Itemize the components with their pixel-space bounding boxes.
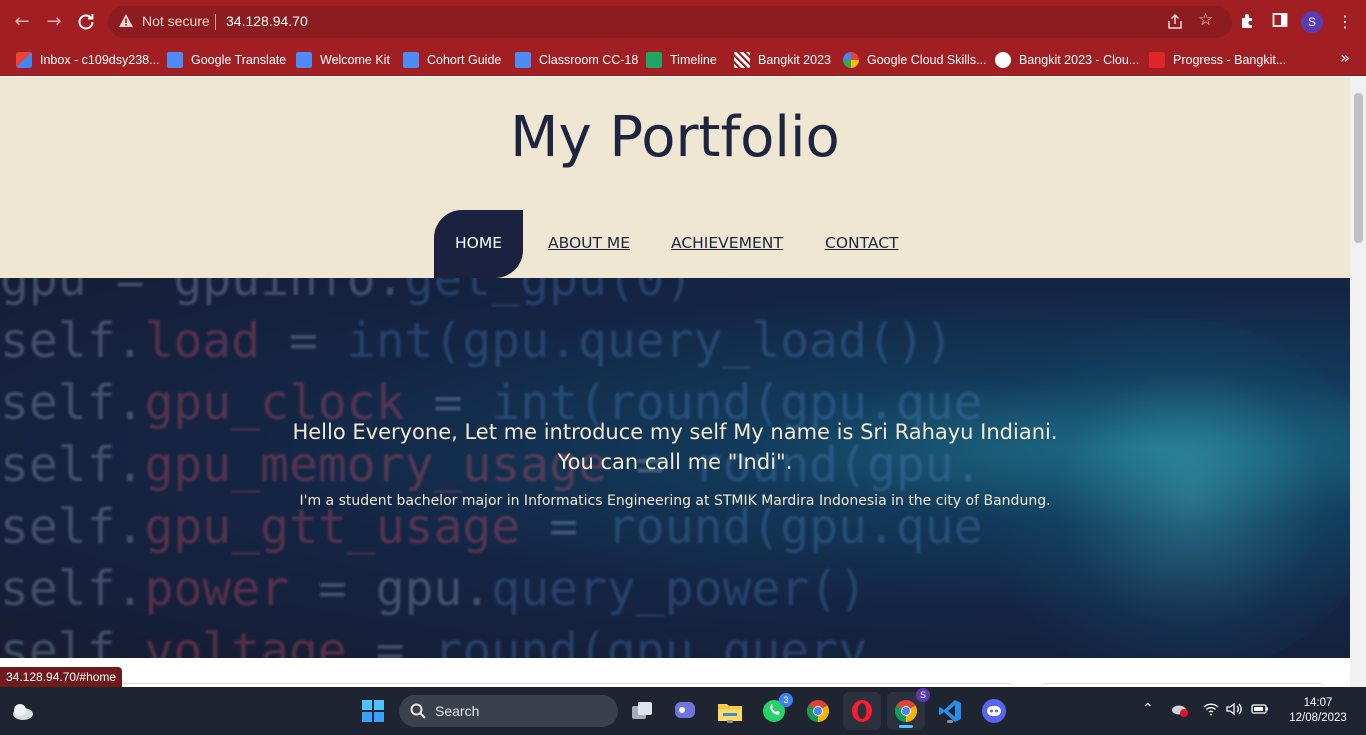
bookmark-label: Google Translate <box>191 53 287 67</box>
onedrive-icon[interactable] <box>1171 702 1189 722</box>
address-separator <box>215 14 216 30</box>
browser-toolbar: ← → Not secure 34.128.94.70 ☆ S ⋮ <box>0 0 1366 44</box>
sheets-icon <box>646 52 662 68</box>
bookmark-label: Bangkit 2023 <box>758 53 831 67</box>
clock-date: 12/08/2023 <box>1289 712 1347 724</box>
whatsapp-icon[interactable]: 3 <box>760 693 793 725</box>
running-indicator <box>727 720 733 723</box>
bookmark-label: Bangkit 2023 - Clou... <box>1019 53 1140 67</box>
bookmark-label: Timeline <box>670 53 717 67</box>
nav-about-me[interactable]: ABOUT ME <box>548 210 630 278</box>
clock-time: 14:07 <box>1303 697 1333 709</box>
weather-icon[interactable] <box>9 697 37 725</box>
globe-graphic <box>960 318 1350 658</box>
site-header: My Portfolio HOME ABOUT ME ACHIEVEMENT C… <box>0 77 1350 278</box>
running-indicator <box>947 720 953 723</box>
reload-icon <box>78 14 94 30</box>
gmail-icon <box>16 52 32 68</box>
wifi-icon[interactable] <box>1203 702 1219 720</box>
classroom-icon <box>515 52 531 68</box>
bookmark-cloud-skills[interactable]: Google Cloud Skills... <box>843 50 987 70</box>
tray-chevron-icon[interactable]: ⌃ <box>1142 701 1154 717</box>
taskbar-clock[interactable]: 14:07 12/08/2023 <box>1283 696 1353 726</box>
discord-icon[interactable] <box>980 697 1008 725</box>
taskbar-search[interactable]: Search <box>399 695 618 727</box>
search-label: Search <box>435 703 480 719</box>
nav-contact[interactable]: CONTACT <box>825 210 899 278</box>
reload-button[interactable] <box>74 10 98 34</box>
chrome-profile-icon[interactable]: S <box>887 688 930 730</box>
address-bar[interactable]: Not secure 34.128.94.70 ☆ <box>108 6 1232 38</box>
progress-icon <box>1149 52 1165 68</box>
file-explorer-icon[interactable] <box>716 697 744 725</box>
docs-icon <box>403 52 419 68</box>
chrome-icon[interactable] <box>804 697 832 725</box>
bookmark-classroom[interactable]: Classroom CC-18 <box>515 50 638 70</box>
opera-icon[interactable] <box>843 692 881 730</box>
bookmark-label: Google Cloud Skills... <box>867 53 987 67</box>
page-scrollbar[interactable] <box>1350 77 1366 687</box>
menu-kebab-icon[interactable]: ⋮ <box>1335 12 1355 32</box>
scrollbar-thumb[interactable] <box>1354 93 1363 243</box>
bookmark-label: Cohort Guide <box>427 53 502 67</box>
active-indicator <box>899 725 913 728</box>
bookmark-star-icon[interactable]: ☆ <box>1198 10 1213 30</box>
side-panel-icon[interactable] <box>1270 12 1290 32</box>
warning-icon <box>119 14 133 27</box>
bookmark-label: Classroom CC-18 <box>539 53 639 67</box>
hero-section: gpu = gpuinfo.get_gpu(0) self.load = int… <box>0 278 1350 658</box>
nav-home[interactable]: HOME <box>434 210 523 278</box>
bookmark-progress[interactable]: Progress - Bangkit... <box>1149 50 1286 70</box>
c-icon <box>995 52 1011 68</box>
battery-icon[interactable] <box>1251 702 1269 720</box>
bookmark-label: Inbox - c109dsy238... <box>40 53 160 67</box>
bookmark-label: Welcome Kit <box>320 53 390 67</box>
volume-icon[interactable] <box>1226 702 1242 720</box>
not-secure-label[interactable]: Not secure <box>142 13 210 29</box>
link-status-bubble: 34.128.94.70/#home <box>0 667 123 687</box>
page-viewport: My Portfolio HOME ABOUT ME ACHIEVEMENT C… <box>0 77 1350 687</box>
bookmark-bangkit-2023[interactable]: Bangkit 2023 <box>734 50 831 70</box>
bookmark-welcome-kit[interactable]: Welcome Kit <box>296 50 390 70</box>
share-icon[interactable] <box>1166 13 1184 31</box>
bookmark-cohort-guide[interactable]: Cohort Guide <box>403 50 501 70</box>
hero-subtext: I'm a student bachelor major in Informat… <box>299 493 1051 509</box>
search-icon <box>410 703 426 719</box>
whatsapp-badge: 3 <box>779 693 793 707</box>
vscode-icon[interactable] <box>936 697 964 725</box>
bookmarks-bar: Inbox - c109dsy238... Google Translate W… <box>0 44 1366 76</box>
bookmark-timeline[interactable]: Timeline <box>646 50 717 70</box>
back-button[interactable]: ← <box>10 10 34 34</box>
docs-icon <box>296 52 312 68</box>
url-text[interactable]: 34.128.94.70 <box>226 13 308 29</box>
bookmark-google-translate[interactable]: Google Translate <box>167 50 286 70</box>
cloud-skills-icon <box>843 52 859 68</box>
bookmark-bangkit-cloud[interactable]: Bangkit 2023 - Clou... <box>995 50 1139 70</box>
more-bookmarks-icon[interactable]: » <box>1340 48 1350 67</box>
profile-avatar[interactable]: S <box>1301 11 1323 33</box>
translate-icon <box>167 52 183 68</box>
profile-badge: S <box>916 688 930 702</box>
bangkit-icon <box>734 52 750 68</box>
site-title: My Portfolio <box>510 105 840 170</box>
forward-button[interactable]: → <box>42 10 66 34</box>
teams-chat-icon[interactable] <box>671 697 699 725</box>
nav-achievement[interactable]: ACHIEVEMENT <box>671 210 783 278</box>
task-view-icon[interactable] <box>628 697 656 725</box>
bookmark-inbox[interactable]: Inbox - c109dsy238... <box>16 50 160 70</box>
start-icon[interactable] <box>359 697 387 725</box>
taskbar: Search 3 S ⌃ 14:07 12/08/2023 <box>0 687 1366 735</box>
extensions-icon[interactable] <box>1238 12 1258 32</box>
hero-heading: Hello Everyone, Let me introduce my self… <box>292 420 1058 474</box>
bookmark-label: Progress - Bangkit... <box>1173 53 1287 67</box>
